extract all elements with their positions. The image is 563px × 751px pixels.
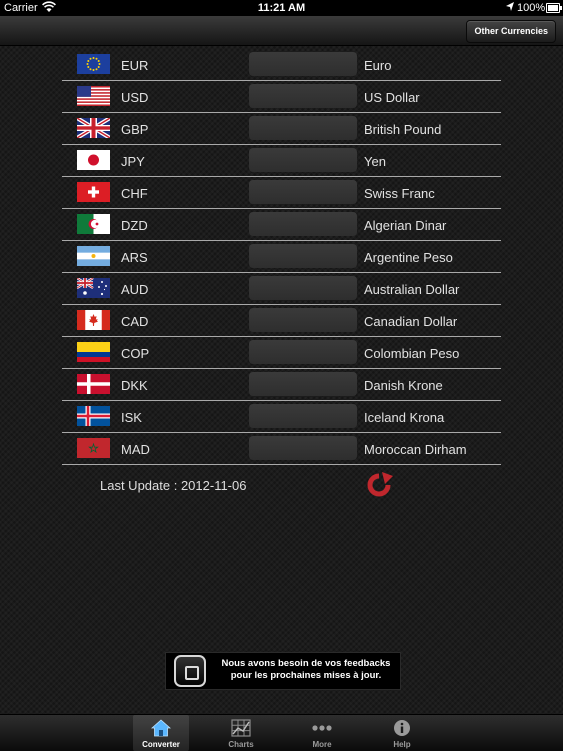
currency-row-aud: AUD Australian Dollar <box>62 273 501 305</box>
currency-name: Algerian Dinar <box>364 218 447 233</box>
currency-code: GBP <box>121 122 149 137</box>
currency-row-dkk: DKK Danish Krone <box>62 369 501 401</box>
currency-name: Yen <box>364 154 386 169</box>
currency-name: Euro <box>364 58 392 73</box>
flag-iceland-icon <box>77 406 110 426</box>
flag-uk-icon <box>77 118 110 138</box>
last-update-label: Last Update : 2012-11-06 <box>100 478 247 493</box>
currency-code: JPY <box>121 154 145 169</box>
amount-input-eur[interactable] <box>249 52 357 76</box>
flag-australia-icon <box>77 278 110 298</box>
home-icon <box>150 719 172 737</box>
currency-code: EUR <box>121 58 149 73</box>
currency-name: Swiss Franc <box>364 186 435 201</box>
currency-name: Argentine Peso <box>364 250 453 265</box>
amount-input-cad[interactable] <box>249 308 357 332</box>
more-dots-icon <box>312 719 332 737</box>
feedback-banner-text: Nous avons besoin de vos feedbacks pour … <box>216 658 396 682</box>
flag-eu-icon <box>77 54 110 74</box>
status-time: 11:21 AM <box>257 2 306 14</box>
currency-row-cad: CAD Canadian Dollar <box>62 305 501 337</box>
currency-row-ars: ARS Argentine Peso <box>62 241 501 273</box>
tab-label: Help <box>393 740 411 749</box>
currency-row-dzd: DZD Algerian Dinar <box>62 209 501 241</box>
amount-input-ars[interactable] <box>249 244 357 268</box>
tab-converter[interactable]: Converter <box>133 715 189 751</box>
chart-grid-icon <box>231 719 251 737</box>
amount-input-chf[interactable] <box>249 180 357 204</box>
currency-list: EUR Euro USD US Dollar GBP British Pound… <box>62 49 501 465</box>
currency-row-cop: COP Colombian Peso <box>62 337 501 369</box>
currency-code: CAD <box>121 314 149 329</box>
flag-algeria-icon <box>77 214 110 234</box>
currency-row-jpy: JPY Yen <box>62 145 501 177</box>
tab-label: Converter <box>142 740 180 749</box>
status-bar: Carrier 11:21 AM 100% <box>0 0 563 16</box>
currency-code: CHF <box>121 186 148 201</box>
currency-code: COP <box>121 346 150 361</box>
location-arrow-icon <box>505 1 515 15</box>
amount-input-isk[interactable] <box>249 404 357 428</box>
currency-name: Canadian Dollar <box>364 314 458 329</box>
amount-input-aud[interactable] <box>249 276 357 300</box>
flag-japan-icon <box>77 150 110 170</box>
flag-us-icon <box>77 86 110 106</box>
amount-input-mad[interactable] <box>249 436 357 460</box>
tab-bar: Converter Charts More Help <box>0 714 563 751</box>
other-currencies-button[interactable]: Other Currencies <box>466 20 556 43</box>
currency-name: Colombian Peso <box>364 346 460 361</box>
navigation-bar: Other Currencies <box>0 16 563 46</box>
currency-code: ISK <box>121 410 142 425</box>
feedback-line-2: pour les prochaines mises à jour. <box>230 670 382 681</box>
feedback-banner[interactable]: Nous avons besoin de vos feedbacks pour … <box>165 652 401 690</box>
currency-code: ARS <box>121 250 148 265</box>
flag-morocco-icon <box>77 438 110 458</box>
tab-charts[interactable]: Charts <box>213 715 269 751</box>
amount-input-usd[interactable] <box>249 84 357 108</box>
currency-row-usd: USD US Dollar <box>62 81 501 113</box>
currency-name: US Dollar <box>364 90 420 105</box>
amount-input-cop[interactable] <box>249 340 357 364</box>
currency-name: Moroccan Dirham <box>364 442 467 457</box>
amount-input-dzd[interactable] <box>249 212 357 236</box>
feedback-line-1: Nous avons besoin de vos feedbacks <box>221 658 391 669</box>
currency-row-chf: CHF Swiss Franc <box>62 177 501 209</box>
tab-help[interactable]: Help <box>374 715 430 751</box>
currency-code: MAD <box>121 442 150 457</box>
currency-code: AUD <box>121 282 149 297</box>
currency-code: DZD <box>121 218 148 233</box>
currency-name: British Pound <box>364 122 442 137</box>
info-icon <box>392 719 412 737</box>
tab-label: More <box>312 740 332 749</box>
tab-more[interactable]: More <box>294 715 350 751</box>
currency-name: Danish Krone <box>364 378 443 393</box>
amount-input-gbp[interactable] <box>249 116 357 140</box>
refresh-icon <box>367 472 393 497</box>
amount-input-dkk[interactable] <box>249 372 357 396</box>
currency-row-isk: ISK Iceland Krona <box>62 401 501 433</box>
currency-row-mad: MAD Moroccan Dirham <box>62 433 501 465</box>
currency-name: Australian Dollar <box>364 282 460 297</box>
currency-row-gbp: GBP British Pound <box>62 113 501 145</box>
currency-code: USD <box>121 90 149 105</box>
refresh-button[interactable] <box>363 472 395 498</box>
flag-denmark-icon <box>77 374 110 394</box>
app-home-button-icon <box>174 655 206 687</box>
battery-icon <box>546 3 562 13</box>
amount-input-jpy[interactable] <box>249 148 357 172</box>
battery-percent: 100% <box>517 2 546 14</box>
flag-argentina-icon <box>77 246 110 266</box>
flag-colombia-icon <box>77 342 110 362</box>
flag-canada-icon <box>77 310 110 330</box>
currency-name: Iceland Krona <box>364 410 445 425</box>
tab-label: Charts <box>228 740 254 749</box>
currency-row-eur: EUR Euro <box>62 49 501 81</box>
flag-switzerland-icon <box>77 182 110 202</box>
currency-code: DKK <box>121 378 148 393</box>
